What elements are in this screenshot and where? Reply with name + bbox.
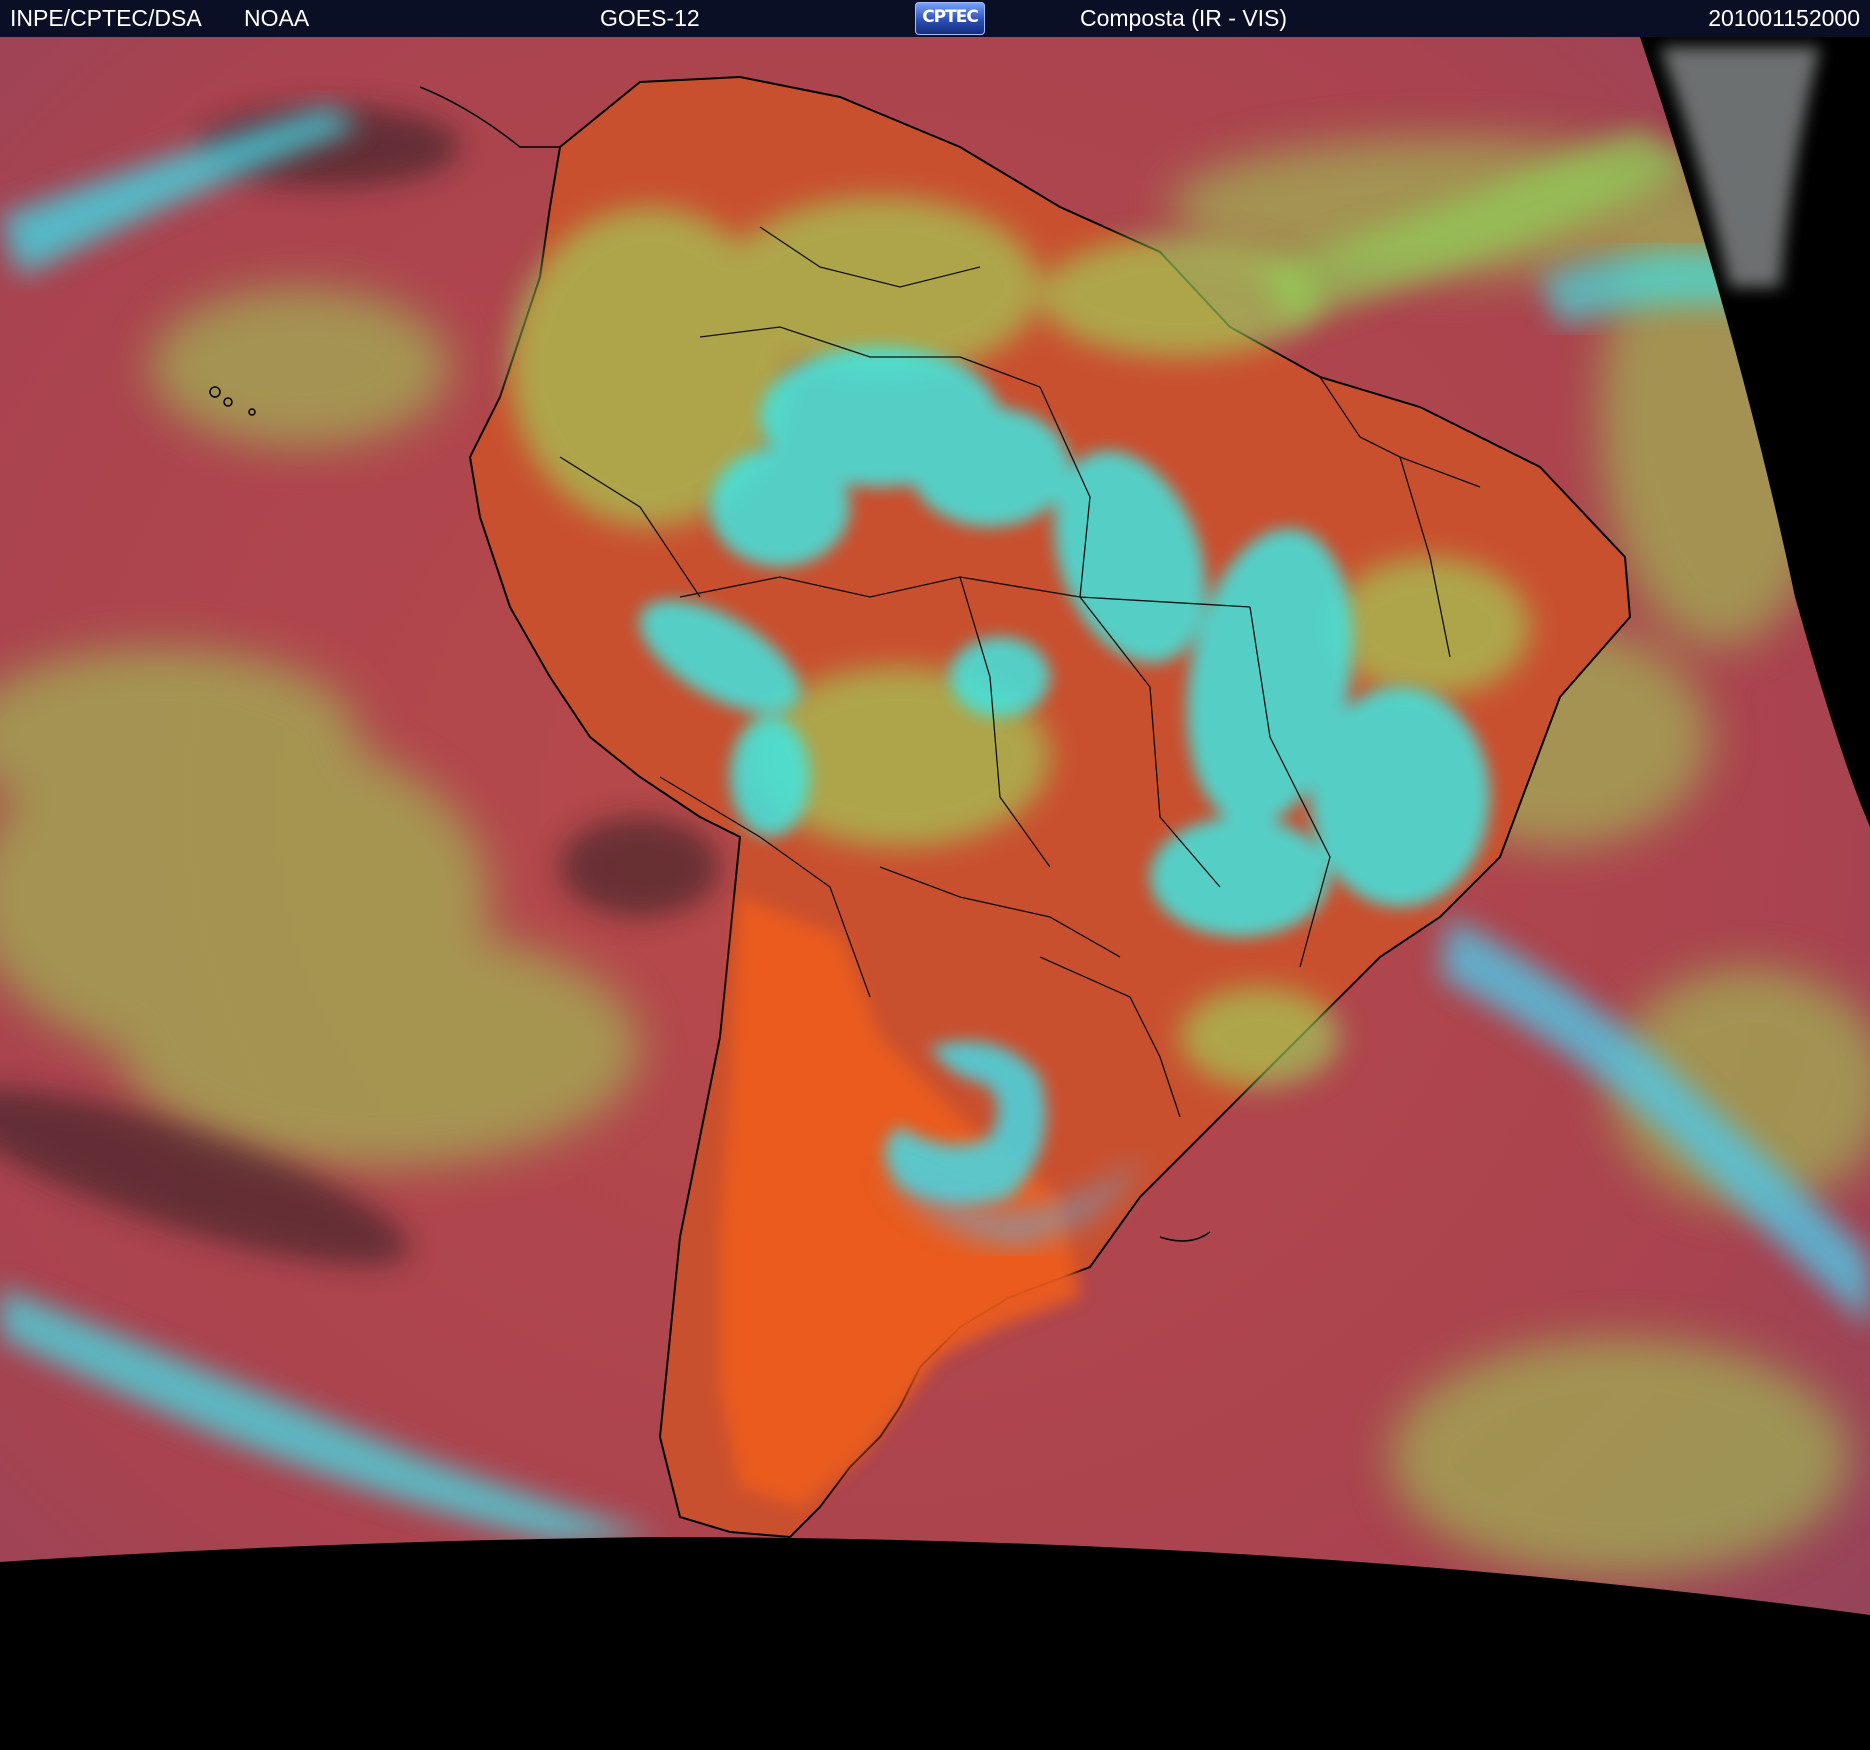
image-header-bar: INPE/CPTEC/DSA NOAA GOES-12 CPTEC Compos… (0, 0, 1870, 37)
organization-label: INPE/CPTEC/DSA (10, 5, 202, 31)
product-label: Composta (IR - VIS) (1080, 5, 1288, 31)
agency-label: NOAA (244, 5, 310, 31)
earth-disk (0, 37, 1870, 1615)
satellite-label: GOES-12 (600, 5, 700, 31)
satellite-composite-image (0, 37, 1870, 1750)
cptec-logo-icon: CPTEC (915, 2, 985, 35)
satellite-image-viewer: INPE/CPTEC/DSA NOAA GOES-12 CPTEC Compos… (0, 0, 1870, 1750)
timestamp-label: 201001152000 (1708, 5, 1860, 31)
logo-text: CPTEC (922, 7, 979, 27)
